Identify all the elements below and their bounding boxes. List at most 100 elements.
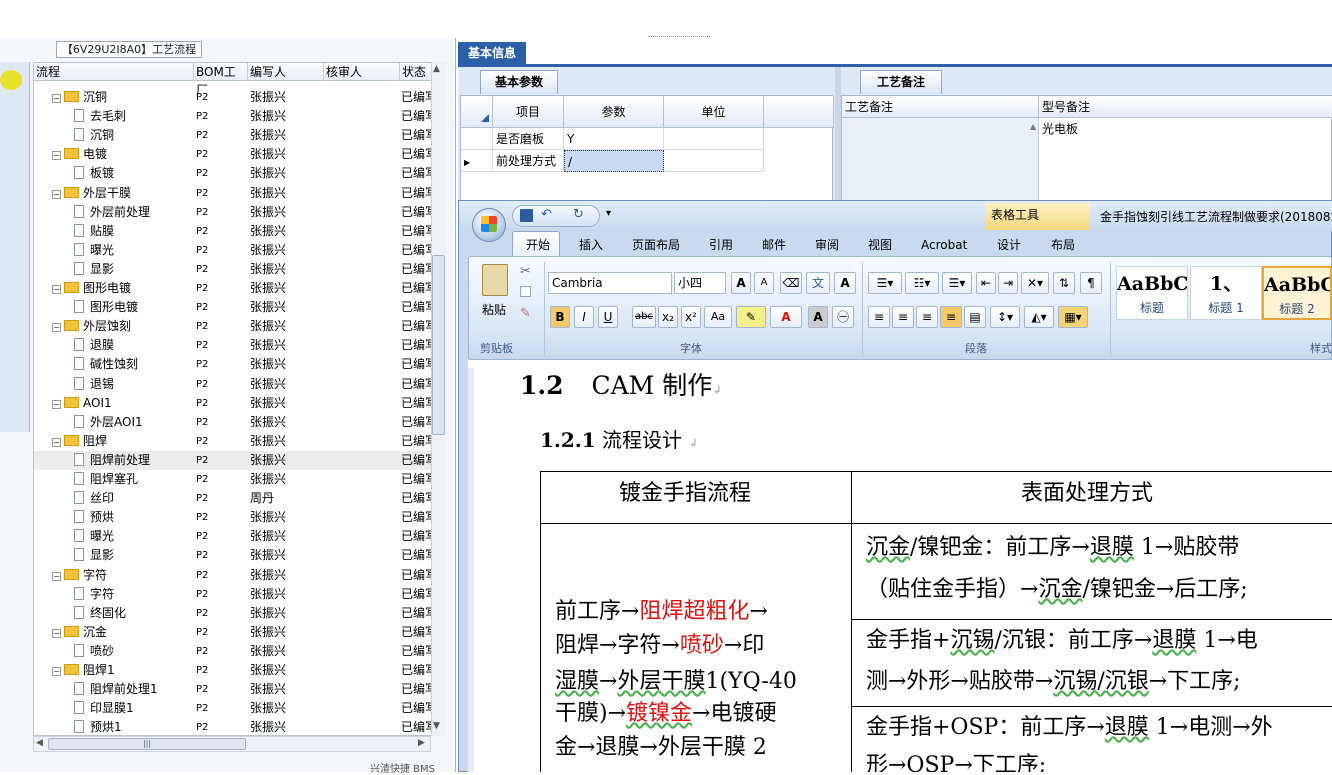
tree-row[interactable]: 预烘 P2 张振兴 已编写 [34, 508, 444, 527]
process-tree-grid[interactable]: 流程 BOM工厂 编写人 核审人 状态 − 沉铜 P2 张振兴 已编写 去毛刺 P2 张振兴 已编写 沉铜… [33, 62, 445, 736]
superscript-button[interactable]: x² [681, 306, 701, 328]
tab-basic-params[interactable]: 基本参数 [480, 70, 558, 94]
style-title[interactable]: AaBbC 标题 [1116, 266, 1188, 320]
numbering-icon[interactable]: ☷▾ [905, 272, 939, 294]
tree-row[interactable]: 退膜 P2 张振兴 已编写 [34, 336, 444, 355]
increase-indent-icon[interactable]: ⇥ [998, 272, 1018, 294]
tree-node[interactable]: 曝光 [74, 241, 214, 260]
tree-node[interactable]: 沉铜 [74, 126, 214, 145]
row-selector[interactable] [461, 128, 493, 150]
tree-row[interactable]: 阻焊前处理1 P2 张振兴 已编写 [34, 680, 444, 699]
ribbon-tab-review[interactable]: 审阅 [815, 236, 839, 254]
phonetic-guide-icon[interactable]: 文 [806, 272, 830, 294]
line-spacing-icon[interactable]: ↕▾ [990, 306, 1020, 328]
params-table[interactable]: 项目 参数 单位 是否磨板 Y ▶ 前处理方式 / [460, 95, 834, 205]
scroll-down-arrow-icon[interactable]: ▼ [433, 721, 444, 731]
tree-node[interactable]: 去毛刺 [74, 107, 214, 126]
ribbon-tab-home[interactable]: 开始 [526, 236, 550, 254]
tree-row[interactable]: − 图形电镀 P2 张振兴 已编写 [34, 279, 444, 298]
tree-node[interactable]: − 字符 [52, 566, 192, 585]
tree-node[interactable]: 终固化 [74, 604, 214, 623]
tree-row[interactable]: − 电镀 P2 张振兴 已编写 [34, 145, 444, 164]
horizontal-scroll-thumb[interactable]: ||| [48, 738, 246, 750]
ribbon-tab-mailings[interactable]: 邮件 [762, 236, 786, 254]
decrease-indent-icon[interactable]: ⇤ [976, 272, 996, 294]
collapse-icon[interactable]: − [52, 399, 61, 409]
tree-row[interactable]: − 字符 P2 张振兴 已编写 [34, 566, 444, 585]
bullets-icon[interactable]: ☰▾ [868, 272, 902, 294]
splitter-handle[interactable] [648, 36, 710, 42]
shrink-font-button[interactable]: A [754, 272, 774, 294]
scroll-up-icon[interactable]: ▲ [1030, 122, 1036, 131]
highlight-icon[interactable]: ✎ [736, 306, 766, 328]
tree-row[interactable]: − 外层蚀刻 P2 张振兴 已编写 [34, 317, 444, 336]
style-heading1[interactable]: 1、 标题 1 [1190, 266, 1262, 320]
scroll-left-arrow-icon[interactable]: ◀ [36, 738, 43, 748]
collapse-icon[interactable]: − [52, 323, 61, 333]
tree-node[interactable]: − 外层干膜 [52, 184, 192, 203]
customize-qat-icon[interactable]: ▾ [606, 208, 611, 219]
tree-row[interactable]: 阻焊前处理 P2 张振兴 已编写 [34, 450, 444, 470]
notes-table[interactable]: 工艺备注 型号备注 ▲ 光电板 [841, 95, 1332, 208]
tree-row[interactable]: 丝印 P2 周丹 已编写 [34, 489, 444, 508]
tree-row[interactable]: 退锡 P2 张振兴 已编写 [34, 375, 444, 394]
tree-node[interactable]: 曝光 [74, 527, 214, 546]
tree-row[interactable]: − AOI1 P2 张振兴 已编写 [34, 394, 444, 413]
grid-header-col-writer[interactable]: 编写人 [248, 63, 324, 81]
process-table[interactable]: 镀金手指流程 表面处理方式 前工序→阻焊超粗化→ 阻焊→字符→喷砂→印 湿膜→外… [540, 471, 1332, 772]
cut-icon[interactable]: ✂ [520, 264, 531, 279]
tree-node[interactable]: 外层AOI1 [74, 413, 214, 432]
align-left-icon[interactable]: ≡ [868, 306, 890, 328]
tree-row[interactable]: 显影 P2 张振兴 已编写 [34, 260, 444, 279]
param-unit[interactable] [664, 150, 764, 172]
grow-font-button[interactable]: A [731, 272, 751, 294]
tree-row[interactable]: 阻焊塞孔 P2 张振兴 已编写 [34, 470, 444, 489]
tree-node[interactable]: 阻焊前处理1 [74, 680, 214, 699]
align-right-icon[interactable]: ≡ [916, 306, 938, 328]
font-color-icon[interactable]: A [770, 306, 802, 328]
tree-row[interactable]: 图形电镀 P2 张振兴 已编写 [34, 298, 444, 317]
tree-node[interactable]: 退膜 [74, 336, 214, 355]
param-value-selected[interactable]: / [564, 150, 664, 172]
tree-node[interactable]: 预烘 [74, 508, 214, 527]
process-note-field[interactable] [842, 118, 1039, 208]
ribbon-tab-insert[interactable]: 插入 [579, 236, 603, 254]
tree-row[interactable]: 去毛刺 P2 张振兴 已编写 [34, 107, 444, 126]
justify-icon[interactable]: ≡ [940, 306, 962, 328]
tree-row[interactable]: 显影 P2 张振兴 已编写 [34, 546, 444, 565]
tree-node[interactable]: − 阻焊 [52, 432, 192, 451]
tree-row[interactable]: 预烘1 P2 张振兴 已编写 [34, 718, 444, 735]
tree-node[interactable]: 阻焊前处理 [74, 451, 214, 470]
tree-row[interactable]: 沉铜 P2 张振兴 已编写 [34, 126, 444, 145]
tree-node[interactable]: − 电镀 [52, 145, 192, 164]
char-border-icon[interactable]: A [834, 272, 856, 294]
tree-row[interactable]: 曝光 P2 张振兴 已编写 [34, 241, 444, 260]
tree-row[interactable]: 板镀 P2 张振兴 已编写 [34, 164, 444, 183]
save-icon[interactable] [520, 209, 533, 222]
tree-row[interactable]: − 沉铜 P2 张振兴 已编写 [34, 88, 444, 107]
redo-icon[interactable]: ↻ [573, 207, 584, 222]
ribbon-tab-design[interactable]: 设计 [997, 236, 1021, 254]
row-selector-current[interactable]: ▶ [461, 150, 493, 172]
ribbon-tab-acrobat[interactable]: Acrobat [921, 236, 967, 254]
distributed-icon[interactable]: ▤ [964, 306, 986, 328]
tree-row[interactable]: 字符 P2 张振兴 已编写 [34, 585, 444, 604]
clear-format-icon[interactable]: ⌫ [780, 272, 802, 294]
text-direction-icon[interactable]: ✕▾ [1021, 272, 1049, 294]
notes-col-model[interactable]: 型号备注 [1039, 96, 1332, 118]
tree-row[interactable]: 终固化 P2 张振兴 已编写 [34, 604, 444, 623]
vertical-scroll-thumb[interactable] [432, 255, 445, 435]
tree-node[interactable]: 字符 [74, 585, 214, 604]
tree-row[interactable]: − 阻焊 P2 张振兴 已编写 [34, 432, 444, 451]
char-shading-icon[interactable]: A [808, 306, 828, 328]
chat-bubble-icon[interactable] [0, 70, 22, 90]
tree-node[interactable]: 印显膜1 [74, 699, 214, 718]
bold-button[interactable]: B [550, 306, 570, 328]
ribbon-tab-view[interactable]: 视图 [868, 236, 892, 254]
ribbon-tab-table-layout[interactable]: 布局 [1051, 236, 1075, 254]
tree-node[interactable]: 喷砂 [74, 642, 214, 661]
tab-process-notes[interactable]: 工艺备注 [860, 70, 942, 94]
model-note-field[interactable]: 光电板 [1042, 120, 1078, 137]
tree-row[interactable]: 曝光 P2 张振兴 已编写 [34, 527, 444, 546]
font-name-combo[interactable]: Cambria [548, 272, 672, 294]
